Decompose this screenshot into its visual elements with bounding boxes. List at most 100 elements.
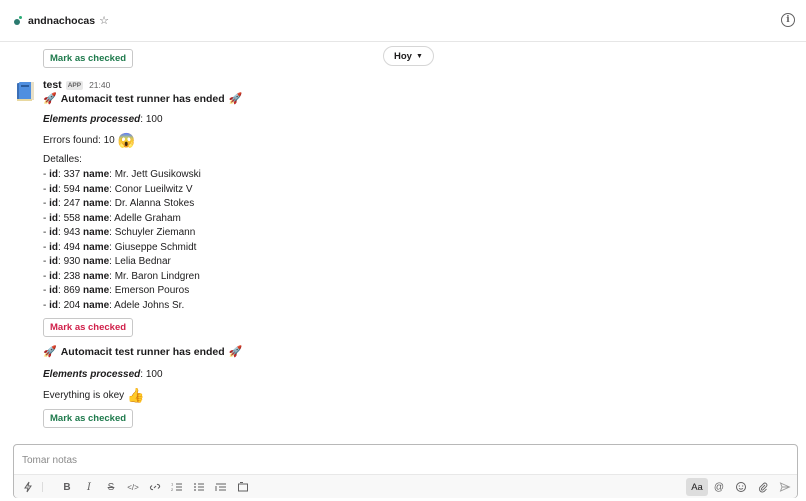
item-id: 594 <box>63 183 81 195</box>
list-item: - id: 930 name: Lelia Bednar <box>43 256 171 267</box>
item-id-label: id <box>49 299 58 311</box>
item-id-label: id <box>49 198 58 209</box>
item-id: 337 <box>63 169 81 180</box>
item-id-label: id <box>49 169 58 180</box>
item-id: 558 <box>63 212 81 224</box>
elements-processed: Elements processed: 100 <box>43 369 163 380</box>
message-timestamp[interactable]: 21:40 <box>89 80 110 90</box>
item-id-label: id <box>49 183 58 195</box>
item-name-label: name <box>83 285 110 296</box>
item-id-label: id <box>49 241 58 253</box>
item-name-label: name <box>83 299 110 311</box>
elements-value: : 100 <box>140 114 163 125</box>
send-icon[interactable] <box>777 479 793 495</box>
item-name-label: name <box>83 183 110 195</box>
list-item: - id: 204 name: Adele Johns Sr. <box>43 299 185 311</box>
item-id: 869 <box>63 285 81 296</box>
item-name-label: name <box>83 212 110 224</box>
item-name: Giuseppe Schmidt <box>114 241 197 253</box>
svg-text:2: 2 <box>171 487 174 492</box>
rocket-icon: 🚀 <box>228 346 243 358</box>
list-item: - id: 238 name: Mr. Baron Lindgren <box>43 270 200 282</box>
svg-text:1: 1 <box>171 482 174 487</box>
channel-header: andnachocas ☆ i <box>0 0 806 42</box>
item-name: Emerson Pouros <box>114 285 190 296</box>
ordered-list-icon[interactable]: 12 <box>169 479 185 495</box>
elements-label: Elements processed <box>43 114 141 125</box>
list-item: - id: 594 name: Conor Lueilwitz V <box>43 183 193 195</box>
app-badge: APP <box>65 80 84 90</box>
strikethrough-icon[interactable]: S <box>103 479 119 495</box>
errors-text: Errors found: 10 <box>43 135 115 147</box>
item-name: Mr. Jett Gusikowski <box>114 169 201 180</box>
elements-value: : 100 <box>140 369 163 380</box>
link-icon[interactable] <box>147 479 163 495</box>
format-toggle-button[interactable]: Aa <box>686 478 708 496</box>
elements-processed: Elements processed: 100 <box>43 114 163 125</box>
list-item: - id: 558 name: Adelle Graham <box>43 212 181 224</box>
item-id: 943 <box>63 227 81 238</box>
rocket-icon: 🚀 <box>43 346 57 358</box>
sender-name[interactable]: test <box>43 79 62 91</box>
status-line: Everything is okey 👍 <box>43 387 144 404</box>
channel-title[interactable]: andnachocas <box>14 15 95 27</box>
item-name-label: name <box>83 256 110 267</box>
list-item: - id: 494 name: Giuseppe Schmidt <box>43 241 197 253</box>
date-label: Hoy <box>394 50 412 62</box>
item-name-label: name <box>83 169 110 180</box>
mark-as-checked-button[interactable]: Mark as checked <box>43 49 134 68</box>
elements-label: Elements processed <box>43 369 141 380</box>
item-id: 204 <box>63 299 81 311</box>
toolbar-divider <box>42 482 43 492</box>
message-title: 🚀 Automacit test runner has ended 🚀 <box>43 345 243 359</box>
message-title: 🚀 Automacit test runner has ended 🚀 <box>43 92 243 106</box>
message-list: Mark as checked Hoy ▼ test APP 21:40 🚀 A… <box>0 43 806 440</box>
code-icon[interactable]: </> <box>125 479 141 495</box>
item-name-label: name <box>83 198 110 209</box>
item-name: Dr. Alanna Stokes <box>114 198 195 209</box>
item-id: 494 <box>63 241 81 253</box>
title-text: Automacit test runner has ended <box>60 345 225 358</box>
mention-icon[interactable]: @ <box>711 479 727 495</box>
item-name: Lelia Bednar <box>114 256 171 267</box>
scream-emoji-icon: 😱 <box>117 132 135 148</box>
list-item: - id: 247 name: Dr. Alanna Stokes <box>43 198 195 209</box>
item-id-label: id <box>49 212 58 224</box>
emoji-icon[interactable] <box>733 479 749 495</box>
channel-name[interactable]: andnachocas <box>28 15 95 27</box>
list-item: - id: 337 name: Mr. Jett Gusikowski <box>43 169 201 180</box>
star-icon[interactable]: ☆ <box>99 14 109 27</box>
title-text: Automacit test runner has ended <box>60 92 225 105</box>
mark-as-checked-button[interactable]: Mark as checked <box>43 318 134 337</box>
item-name-label: name <box>83 270 110 282</box>
rocket-icon: 🚀 <box>43 93 57 105</box>
item-id-label: id <box>49 285 58 296</box>
details-label: Detalles: <box>43 154 82 165</box>
rocket-icon: 🚀 <box>228 93 243 105</box>
item-name-label: name <box>83 241 110 253</box>
bold-icon[interactable]: B <box>59 479 75 495</box>
list-item: - id: 869 name: Emerson Pouros <box>43 285 190 296</box>
info-icon[interactable]: i <box>781 13 795 27</box>
bot-avatar-book-icon[interactable] <box>14 79 38 103</box>
item-id-label: id <box>49 256 58 267</box>
item-name: Adele Johns Sr. <box>114 299 185 311</box>
indent-list-icon[interactable] <box>213 479 229 495</box>
item-id: 930 <box>63 256 81 267</box>
attachment-icon[interactable] <box>755 479 771 495</box>
item-id: 247 <box>63 198 81 209</box>
code-block-icon[interactable] <box>235 479 251 495</box>
item-id-label: id <box>49 270 58 282</box>
channel-type-icon <box>14 15 24 26</box>
item-name: Mr. Baron Lindgren <box>114 270 200 282</box>
message-input[interactable] <box>22 452 782 468</box>
item-id-label: id <box>49 227 58 238</box>
item-name-label: name <box>83 227 110 238</box>
item-id: 238 <box>63 270 81 282</box>
italic-icon[interactable]: I <box>81 479 97 495</box>
mark-as-checked-button[interactable]: Mark as checked <box>43 409 134 428</box>
formatting-toolbar: B I S </> 12 Aa @ <box>14 474 797 498</box>
date-divider-button[interactable]: Hoy ▼ <box>383 46 434 66</box>
bulleted-list-icon[interactable] <box>191 479 207 495</box>
lightning-icon[interactable] <box>20 479 36 495</box>
